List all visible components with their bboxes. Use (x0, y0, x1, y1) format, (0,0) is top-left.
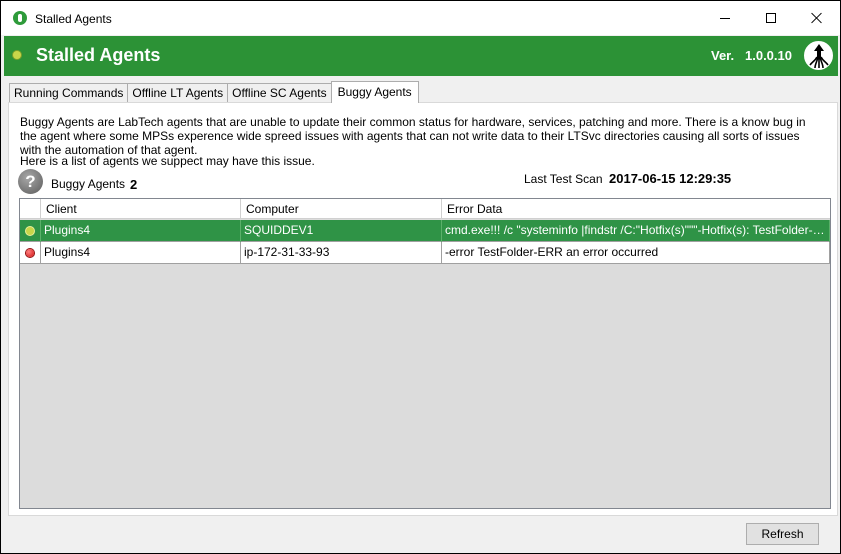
row-client-cell: Plugins4 (41, 220, 241, 242)
minimize-button[interactable] (702, 1, 748, 35)
app-window: Stalled Agents Stalled Agents Ver. 1.0.0… (0, 0, 841, 554)
version-label: Ver. (711, 48, 735, 63)
tab-running-commands[interactable]: Running Commands (9, 83, 129, 103)
tab-buggy-agents[interactable]: Buggy Agents (330, 81, 419, 103)
header-title: Stalled Agents (36, 45, 161, 65)
grid-header-computer[interactable]: Computer (241, 199, 442, 219)
table-row[interactable]: Plugins4 ip-172-31-33-93 -error TestFold… (20, 242, 830, 264)
table-row[interactable]: Plugins4 SQUIDDEV1 cmd.exe!!! /c "system… (20, 220, 830, 242)
tab-page-buggy-agents: Buggy Agents are LabTech agents that are… (8, 102, 838, 516)
title-bar[interactable]: Stalled Agents (1, 1, 840, 35)
window-title: Stalled Agents (35, 12, 112, 26)
grid-header-status[interactable] (20, 199, 41, 219)
row-status-cell (20, 242, 41, 264)
grid-header: Client Computer Error Data (20, 199, 830, 219)
maximize-button[interactable] (748, 1, 794, 35)
row-error-cell: -error TestFolder-ERR an error occurred (442, 242, 830, 264)
maximize-icon (766, 13, 776, 23)
squid-logo-svg (808, 43, 829, 68)
row-computer-cell: ip-172-31-33-93 (241, 242, 442, 264)
row-client-cell: Plugins4 (41, 242, 241, 264)
tab-offline-lt-agents[interactable]: Offline LT Agents (127, 83, 229, 103)
status-error-icon (26, 249, 34, 257)
buggy-agents-count-value: 2 (130, 177, 138, 192)
last-test-scan-value: 2017-06-15 12:29:35 (609, 171, 732, 186)
app-icon (13, 11, 27, 25)
agents-grid[interactable]: Client Computer Error Data Plugins4 SQUI… (19, 198, 831, 509)
header-banner: Stalled Agents Ver. 1.0.0.10 (4, 36, 838, 76)
tab-strip: Running Commands Offline LT Agents Offli… (9, 81, 419, 103)
close-button[interactable] (794, 1, 840, 35)
close-icon (811, 12, 823, 24)
buggy-agents-count-label: Buggy Agents (51, 177, 126, 191)
row-error-cell: cmd.exe!!! /c "systeminfo |findstr /C:"H… (442, 220, 830, 242)
row-status-cell (20, 220, 41, 242)
tab-offline-sc-agents[interactable]: Offline SC Agents (227, 83, 332, 103)
grid-header-error-data[interactable]: Error Data (442, 199, 830, 219)
squid-logo-icon (802, 39, 835, 72)
description-text: Buggy Agents are LabTech agents that are… (20, 115, 806, 157)
minimize-icon (720, 17, 730, 19)
subdescription-text: Here is a list of agents we suppect may … (20, 154, 315, 168)
refresh-button[interactable]: Refresh (746, 523, 819, 545)
version-value: 1.0.0.10 (745, 48, 792, 63)
grid-header-client[interactable]: Client (41, 199, 241, 219)
status-dot-icon (13, 51, 21, 59)
status-warning-icon (26, 227, 34, 235)
last-test-scan-label: Last Test Scan (524, 172, 603, 186)
row-computer-cell: SQUIDDEV1 (241, 220, 442, 242)
help-question-icon: ? (18, 169, 43, 194)
